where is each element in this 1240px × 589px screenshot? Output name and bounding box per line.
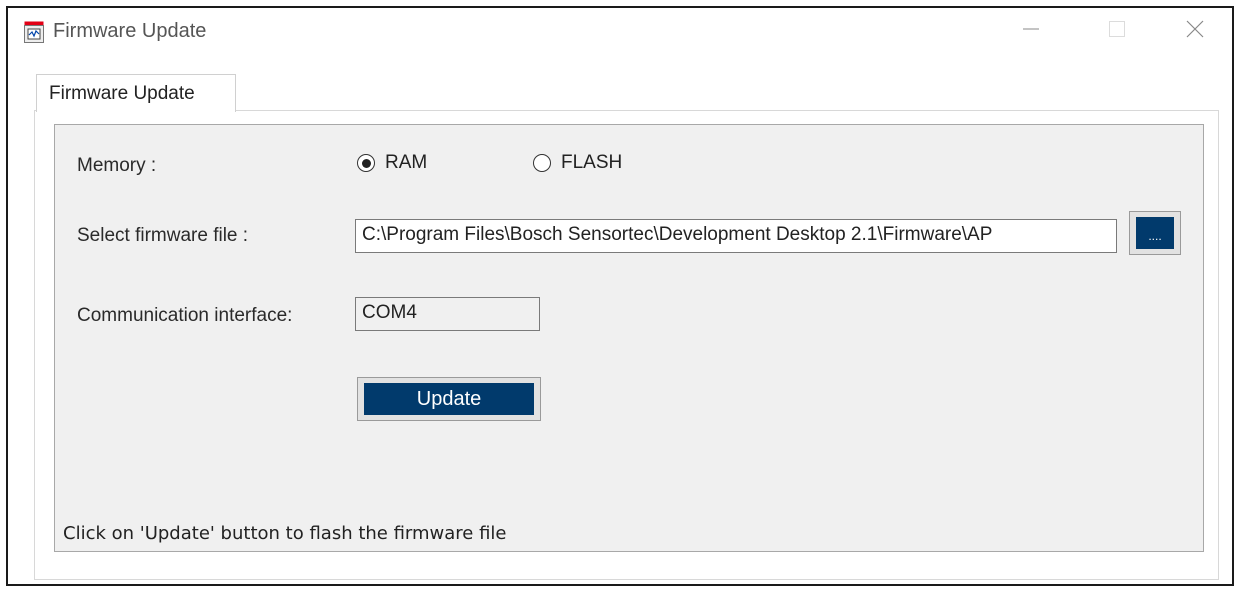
minimize-icon (1022, 20, 1040, 43)
tab-label: Firmware Update (49, 83, 195, 104)
firmware-update-window: Firmware Update Firmware Update Memory :… (6, 6, 1234, 586)
update-button-face[interactable]: Update (364, 383, 534, 415)
minimize-button[interactable] (1008, 16, 1054, 46)
firmware-panel: Memory : RAM FLASH Select firmware file … (54, 124, 1204, 552)
close-button[interactable] (1172, 16, 1218, 46)
window-title: Firmware Update (53, 20, 207, 42)
maximize-button[interactable] (1094, 16, 1140, 46)
communication-interface-label: Communication interface: (77, 305, 293, 326)
browse-button-face[interactable]: .... (1136, 217, 1174, 249)
update-button[interactable]: Update (357, 377, 541, 421)
radio-ram-circle[interactable] (357, 154, 375, 172)
maximize-icon (1108, 20, 1126, 43)
tab-firmware-update[interactable]: Firmware Update (36, 74, 236, 112)
radio-selected-dot (361, 158, 371, 168)
memory-label: Memory : (77, 155, 157, 176)
communication-interface-field: COM4 (355, 297, 540, 331)
radio-ram[interactable]: RAM (357, 152, 427, 174)
radio-flash-circle[interactable] (533, 154, 551, 172)
title-bar[interactable]: Firmware Update (8, 8, 1232, 54)
radio-ram-label: RAM (385, 152, 428, 173)
firmware-file-input[interactable]: C:\Program Files\Bosch Sensortec\Develop… (355, 219, 1117, 253)
radio-flash-label: FLASH (561, 152, 623, 173)
close-icon (1185, 19, 1205, 44)
firmware-file-label: Select firmware file : (77, 225, 249, 246)
radio-flash[interactable]: FLASH (533, 152, 622, 174)
status-text: Click on 'Update' button to flash the fi… (63, 523, 507, 544)
browse-button[interactable]: .... (1129, 211, 1181, 255)
bosch-app-icon (24, 21, 44, 43)
